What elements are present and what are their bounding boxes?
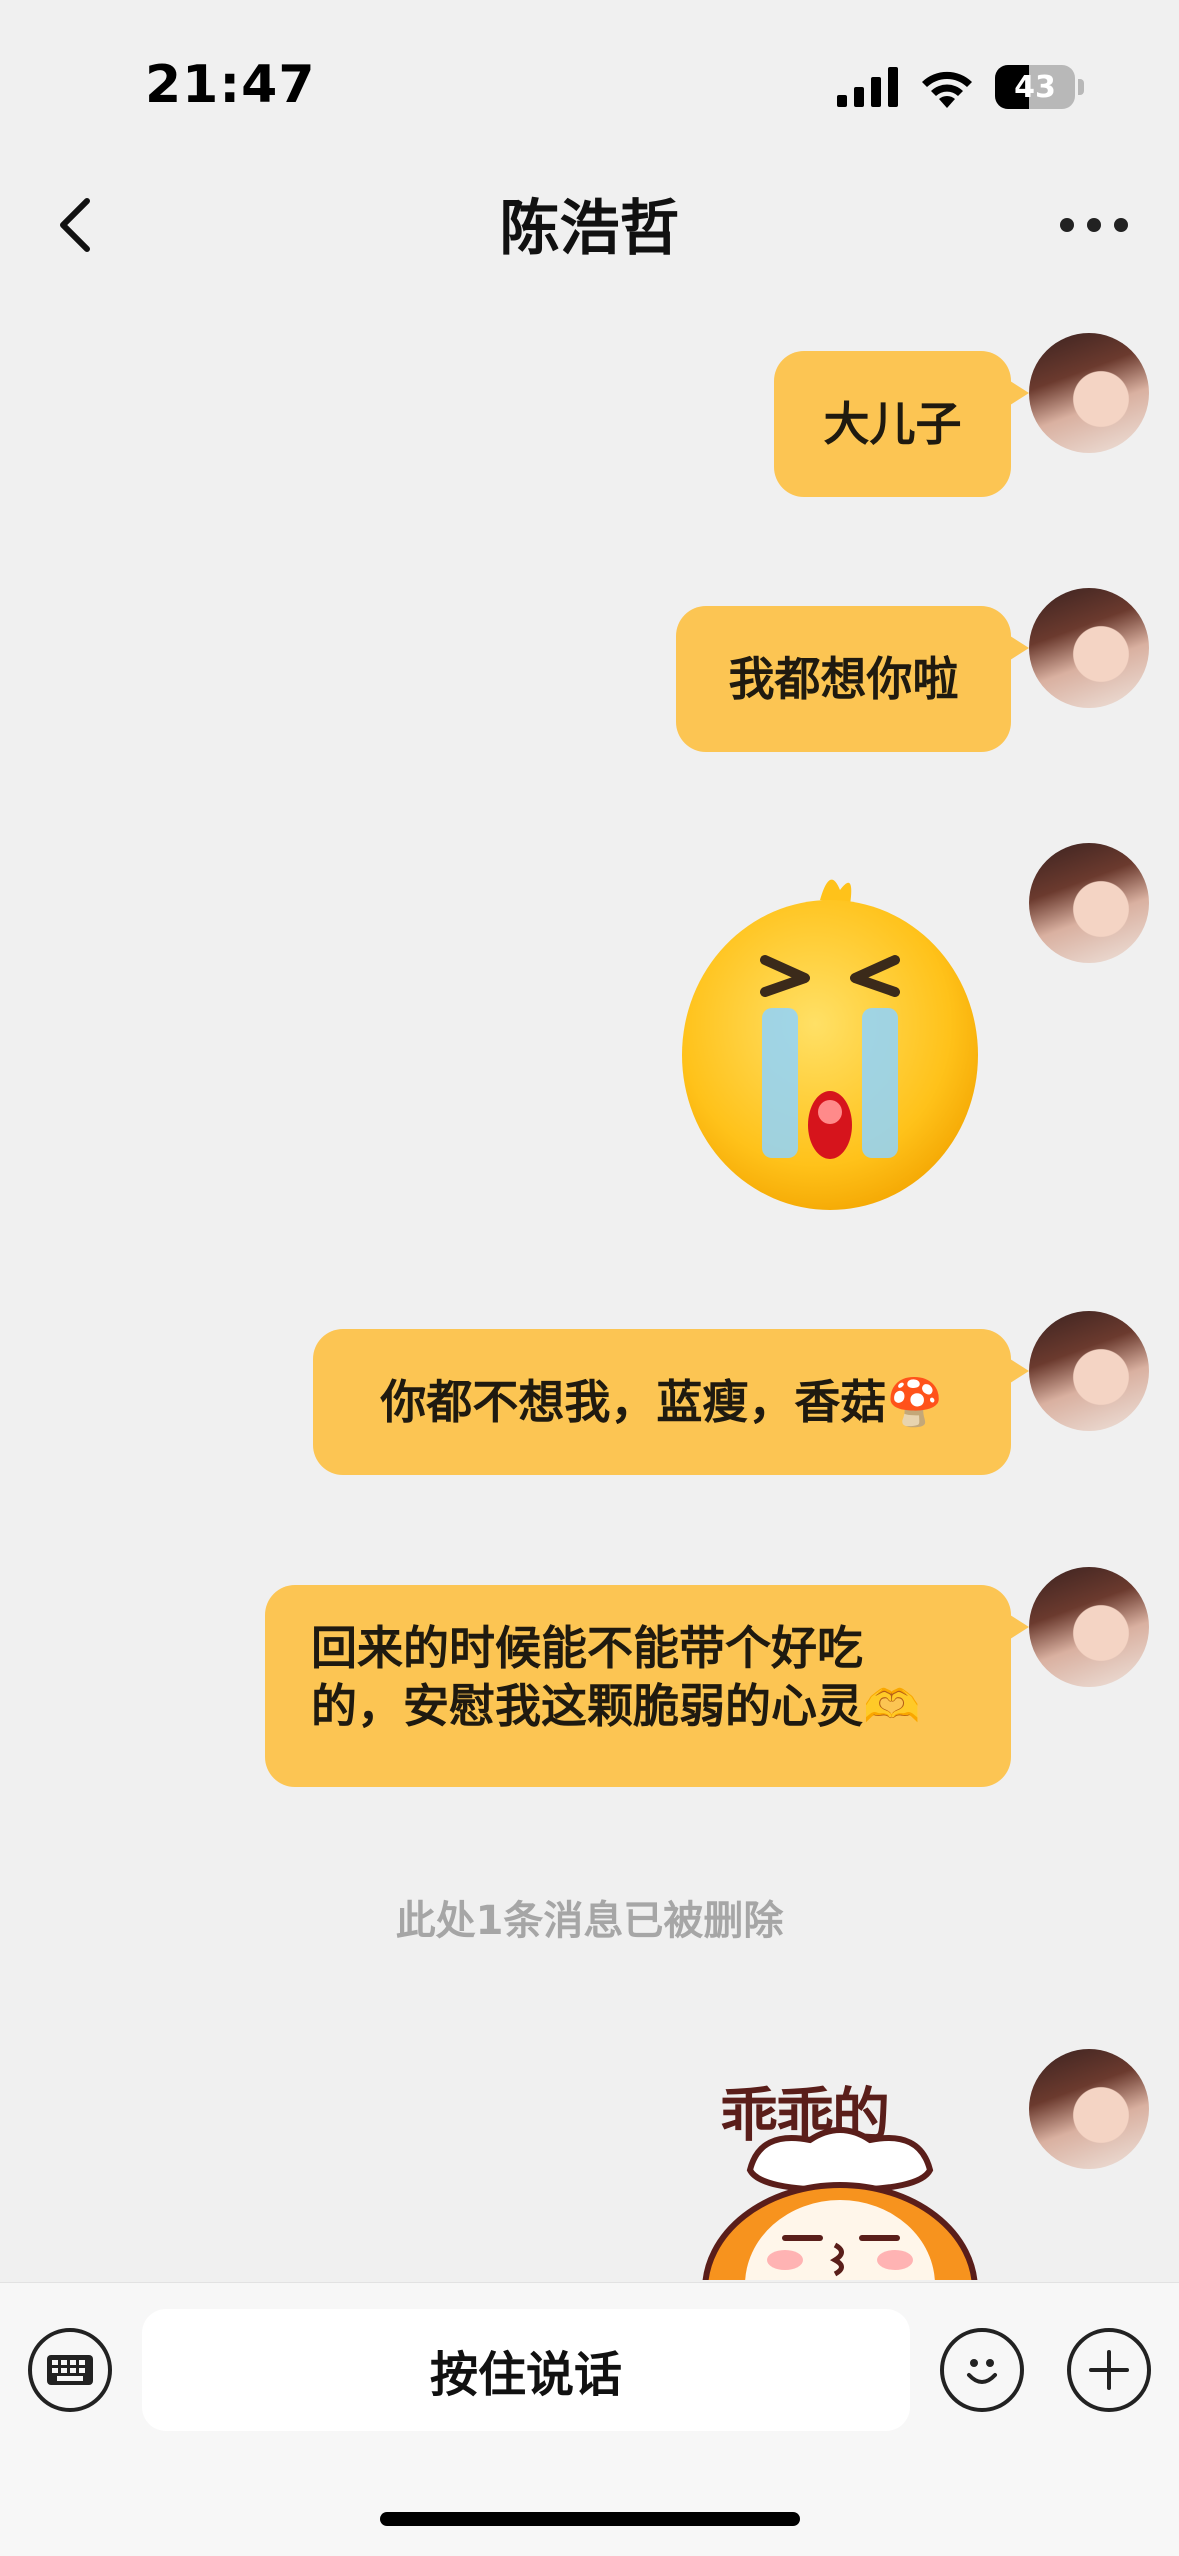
- message-text-line: 的，安慰我这颗脆弱的心灵🫶: [311, 1679, 921, 1733]
- battery-level: 43: [1014, 69, 1056, 105]
- avatar[interactable]: [1029, 1567, 1149, 1687]
- sticker-face-icon: [702, 2127, 978, 2280]
- avatar[interactable]: [1029, 588, 1149, 708]
- more-actions-button[interactable]: [1067, 2328, 1151, 2412]
- message-bubble[interactable]: 大儿子: [774, 351, 1029, 497]
- keyboard-button[interactable]: [28, 2328, 112, 2412]
- plus-icon: [1089, 2350, 1129, 2390]
- battery-icon: 43: [995, 65, 1075, 109]
- page-title: 陈浩哲: [499, 194, 680, 264]
- signal-icon: [837, 67, 898, 107]
- message-text: 你都不想我，蓝瘦，香菇🍄: [380, 1375, 944, 1429]
- smiley-icon: [967, 2359, 997, 2384]
- avatar[interactable]: [1029, 2049, 1149, 2169]
- status-icons: 43: [837, 62, 1084, 112]
- more-button[interactable]: [1049, 195, 1139, 255]
- message-text: 大儿子: [823, 397, 962, 451]
- home-indicator: [380, 2512, 800, 2526]
- more-icon: [1060, 218, 1128, 232]
- chat-screen: 21:47 43 陈浩哲 大儿子 我都想你啦 你都不想我，蓝瘦，香菇🍄 回来的时…: [0, 0, 1179, 2556]
- message-text: 我都想你啦: [728, 652, 959, 706]
- message-text-line: 回来的时候能不能带个好吃: [311, 1621, 863, 1675]
- message-bubble[interactable]: 回来的时候能不能带个好吃 的，安慰我这颗脆弱的心灵🫶: [265, 1585, 1029, 1787]
- avatar[interactable]: [1029, 1311, 1149, 1431]
- message-bubble[interactable]: 你都不想我，蓝瘦，香菇🍄: [313, 1329, 1029, 1475]
- message-bubble[interactable]: 我都想你啦: [676, 606, 1029, 752]
- status-time: 21:47: [145, 55, 316, 115]
- wifi-icon: [922, 71, 972, 108]
- deleted-message-note: 此处1条消息已被删除: [395, 1898, 784, 1944]
- keyboard-icon: [47, 2355, 93, 2385]
- avatar[interactable]: [1029, 333, 1149, 453]
- avatar[interactable]: [1029, 843, 1149, 963]
- emoji-button[interactable]: [940, 2328, 1024, 2412]
- cute-sticker[interactable]: 乖乖的: [690, 2060, 1000, 2280]
- crying-sticker[interactable]: [680, 860, 980, 1210]
- hold-to-talk-button[interactable]: 按住说话: [142, 2309, 910, 2431]
